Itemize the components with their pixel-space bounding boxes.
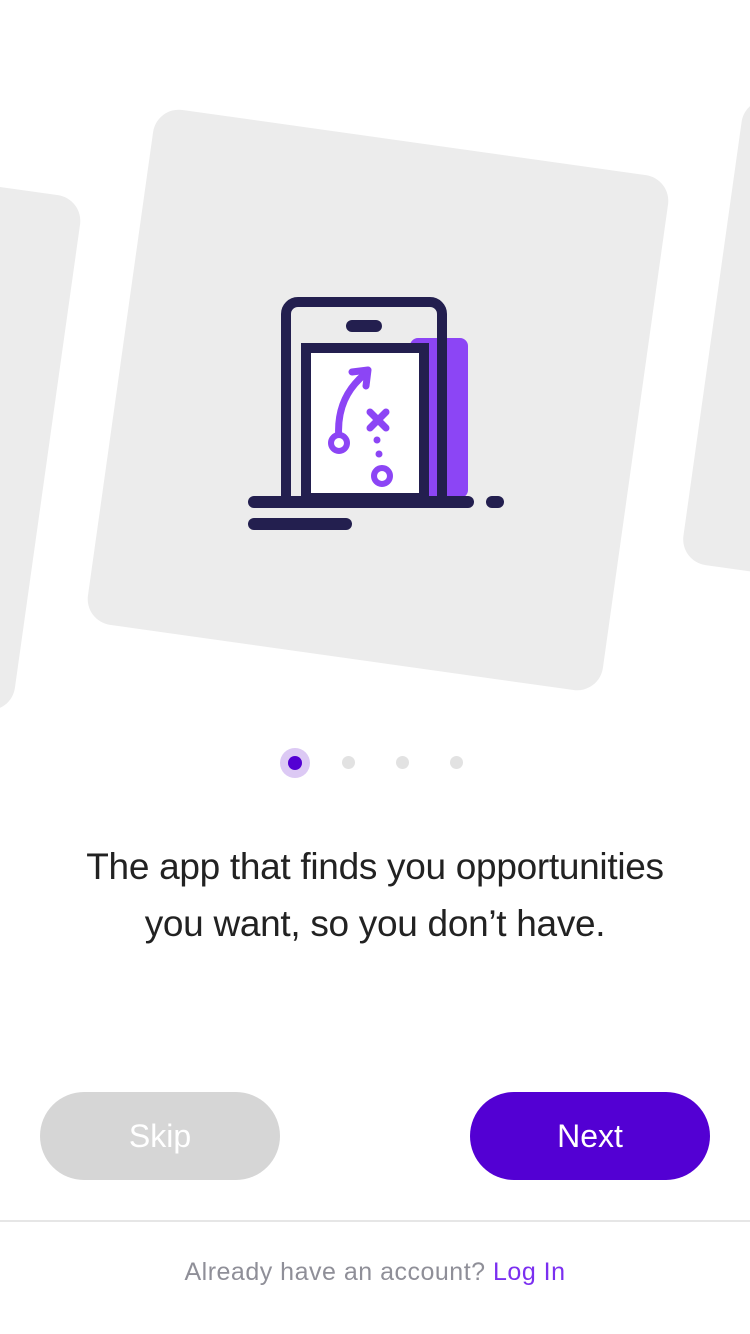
onboarding-tagline: The app that finds you opportunities you… — [40, 838, 710, 952]
login-footer: Already have an account? Log In — [0, 1258, 750, 1287]
onboarding-screen: The app that finds you opportunities you… — [0, 0, 750, 1334]
route-dot-shape — [375, 450, 383, 458]
skip-button[interactable]: Skip — [40, 1092, 280, 1180]
base-line-shape — [248, 496, 474, 508]
base-dot-shape — [486, 496, 504, 508]
base-line-short-shape — [248, 518, 352, 530]
footer-divider — [0, 1220, 750, 1222]
carousel-card-previous[interactable] — [0, 126, 84, 714]
route-dot-shape — [373, 436, 381, 444]
tagline-line-2: you want, so you don’t have. — [144, 903, 606, 944]
page-indicator — [280, 748, 480, 778]
page-dot-3[interactable] — [396, 756, 409, 769]
tagline-line-1: The app that finds you opportunities — [86, 846, 664, 887]
end-circle-shape — [371, 465, 393, 487]
page-dot-4[interactable] — [450, 756, 463, 769]
page-dot-1[interactable] — [280, 748, 310, 778]
laptop-playbook-icon — [248, 297, 504, 530]
carousel-card-next[interactable] — [679, 96, 750, 634]
page-dot-2[interactable] — [342, 756, 355, 769]
next-button[interactable]: Next — [470, 1092, 710, 1180]
start-circle-shape — [328, 432, 350, 454]
login-link[interactable]: Log In — [493, 1258, 566, 1286]
login-prompt-text: Already have an account? — [184, 1258, 486, 1286]
speaker-shape — [346, 320, 382, 332]
